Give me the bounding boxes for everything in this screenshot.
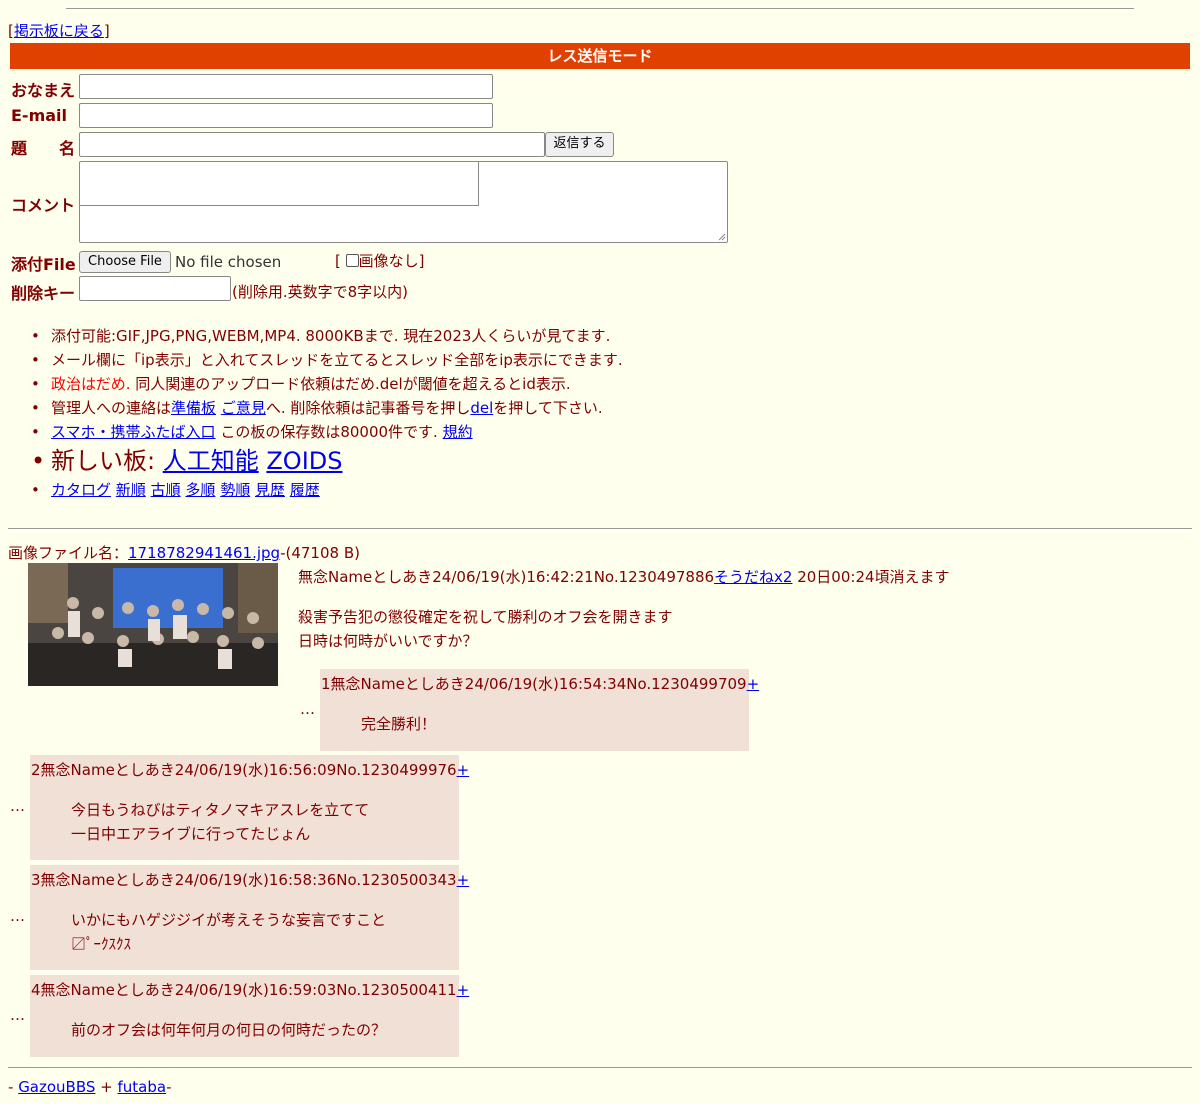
sort-momentum-link[interactable]: 勢順 <box>220 481 250 499</box>
no-image-checkbox[interactable] <box>345 254 359 267</box>
catalog-link[interactable]: カタログ <box>51 481 111 499</box>
rules-link[interactable]: 規約 <box>443 423 473 441</box>
image-file-link[interactable]: 1718782941461.jpg <box>128 544 280 562</box>
note-item-new-boards: 新しい板: 人工知能 ZOIDS <box>31 444 623 478</box>
sodane-button[interactable]: そうだねx2 <box>714 568 792 586</box>
seen-history-link[interactable]: 見歴 <box>255 481 285 499</box>
note-item: 政治はだめ. 同人関連のアップロード依頼はだめ.delが閾値を超えるとid表示. <box>31 372 623 396</box>
note-item: メール欄に「ip表示」と入れてスレッドを立てるとスレッド全部をip表示にできます… <box>31 348 623 372</box>
op-body-line: 殺害予告犯の懲役確定を祝して勝利のオフ会を開きます <box>298 608 673 626</box>
file-info: 画像ファイル名：1718782941461.jpg-(47108 B) <box>8 544 360 562</box>
reply-header: 3無念Nameとしあき24/06/19(水)16:58:36No.1230500… <box>31 871 470 889</box>
delkey-label: 削除キー <box>11 284 76 303</box>
history-link[interactable]: 履歴 <box>290 481 320 499</box>
thread-image-thumbnail[interactable] <box>28 563 278 686</box>
reply-block: 4無念Nameとしあき24/06/19(水)16:59:03No.1230500… <box>30 975 469 1057</box>
reply-header: 1無念Nameとしあき24/06/19(水)16:54:34No.1230499… <box>321 675 760 693</box>
reply-dots: … <box>10 797 25 815</box>
delkey-hint: (削除用.英数字で8字以内) <box>232 283 409 301</box>
reply-plus-link[interactable]: + <box>747 675 760 693</box>
reply-body-line: 完全勝利！ <box>361 715 437 733</box>
delkey-input[interactable] <box>79 276 231 301</box>
reply-header: 4無念Nameとしあき24/06/19(水)16:59:03No.1230500… <box>31 981 470 999</box>
reply-plus-link[interactable]: + <box>457 871 470 889</box>
reply-body-line: 今日もうねびはティタノマキアスレを立てて <box>71 801 370 819</box>
subject-input[interactable] <box>79 132 545 157</box>
divider <box>8 528 1192 529</box>
op-body-line: 日時は何時がいいですか？ <box>298 632 478 650</box>
reply-body-line: 前のオフ会は何年何月の何日の何時だったの？ <box>71 1021 387 1039</box>
comment-label: コメント <box>11 196 76 215</box>
top-divider <box>66 8 1134 9</box>
footer-credits: - GazouBBS + futaba- <box>8 1078 172 1096</box>
reply-submit-button[interactable]: 返信する <box>545 132 614 157</box>
prep-board-link[interactable]: 準備板 <box>171 399 216 417</box>
back-to-board-link[interactable]: 掲示板に戻る <box>14 22 104 40</box>
comment-textarea[interactable] <box>79 161 728 243</box>
futaba-link[interactable]: futaba <box>118 1078 167 1096</box>
file-label: 添付File <box>11 255 76 274</box>
feedback-link[interactable]: ご意見 <box>221 399 266 417</box>
reply-block: 2無念Nameとしあき24/06/19(水)16:56:09No.1230499… <box>30 755 469 860</box>
resize-handle-icon[interactable] <box>718 233 726 241</box>
del-link[interactable]: del <box>470 399 493 417</box>
reply-body-line: 一日中エアライブに行ってたじょん <box>71 825 311 843</box>
email-input[interactable] <box>79 103 493 128</box>
reply-plus-link[interactable]: + <box>457 761 470 779</box>
reply-plus-link[interactable]: + <box>457 981 470 999</box>
reply-body-line: いかにもハゲジジイが考えそうな妄言ですこと <box>71 911 387 929</box>
name-input[interactable] <box>79 74 493 99</box>
mobile-entrance-link[interactable]: スマホ・携帯ふたば入口 <box>51 423 216 441</box>
ai-board-link[interactable]: 人工知能 <box>163 447 259 475</box>
reply-dots: … <box>10 1006 25 1024</box>
reply-body-line: 〼ﾟｰｸｽｸｽ <box>71 935 132 953</box>
sort-new-link[interactable]: 新順 <box>116 481 146 499</box>
zoids-board-link[interactable]: ZOIDS <box>266 447 342 475</box>
comment-inner-box <box>80 162 479 206</box>
photo-placeholder <box>28 563 278 686</box>
reply-dots: … <box>300 700 315 718</box>
sort-old-link[interactable]: 古順 <box>151 481 181 499</box>
reply-block: 1無念Nameとしあき24/06/19(水)16:54:34No.1230499… <box>320 669 759 751</box>
note-item: 管理人への連絡は準備板 ご意見へ. 削除依頼は記事番号を押しdelを押して下さい… <box>31 396 623 420</box>
reply-mode-bar: レス送信モード <box>10 43 1190 69</box>
back-nav: [掲示板に戻る] <box>8 22 110 40</box>
reply-block: 3無念Nameとしあき24/06/19(水)16:58:36No.1230500… <box>30 865 469 970</box>
subject-label: 題 名 <box>11 139 76 158</box>
no-image-option: [ 画像なし] <box>335 252 425 270</box>
footer-divider <box>8 1067 1192 1068</box>
reply-dots: … <box>10 907 25 925</box>
note-item: スマホ・携帯ふたば入口 この板の保存数は80000件です. 規約 <box>31 420 623 444</box>
sort-many-link[interactable]: 多順 <box>185 481 215 499</box>
no-file-text: No file chosen <box>175 253 282 271</box>
op-header: 無念Nameとしあき24/06/19(水)16:42:21No.12304978… <box>298 568 950 586</box>
email-label: E-mail <box>11 106 68 125</box>
board-notes: 添付可能:GIF,JPG,PNG,WEBM,MP4. 8000KBまで. 現在2… <box>31 324 623 502</box>
gazoubbs-link[interactable]: GazouBBS <box>18 1078 95 1096</box>
note-item-sort-links: カタログ 新順 古順 多順 勢順 見歴 履歴 <box>31 478 623 502</box>
reply-header: 2無念Nameとしあき24/06/19(水)16:56:09No.1230499… <box>31 761 470 779</box>
note-item: 添付可能:GIF,JPG,PNG,WEBM,MP4. 8000KBまで. 現在2… <box>31 324 623 348</box>
name-label: おなまえ <box>11 81 76 100</box>
choose-file-button[interactable]: Choose File <box>79 251 171 273</box>
